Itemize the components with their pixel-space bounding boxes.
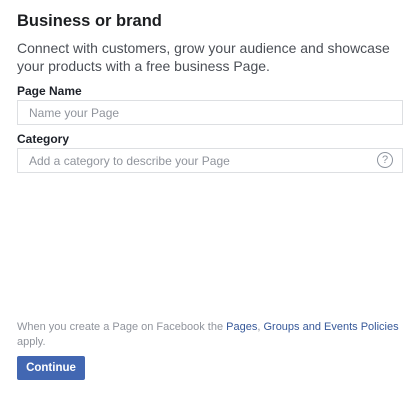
pages-policy-link[interactable]: Pages xyxy=(226,321,257,333)
category-field-box: ? xyxy=(17,148,403,173)
policy-notice: When you create a Page on Facebook the P… xyxy=(17,320,407,349)
continue-button[interactable]: Continue xyxy=(17,356,85,380)
groups-events-policies-link[interactable]: Groups and Events Policies xyxy=(263,321,398,333)
category-input[interactable] xyxy=(18,149,402,172)
policy-prefix: When you create a Page on Facebook the xyxy=(17,321,227,333)
policy-suffix: apply. xyxy=(17,335,46,348)
page-name-input[interactable] xyxy=(18,101,402,124)
category-label: Category xyxy=(17,132,70,146)
page-name-label: Page Name xyxy=(17,84,82,98)
page-description: Connect with customers, grow your audien… xyxy=(17,40,390,74)
question-mark-help-icon[interactable]: ? xyxy=(377,152,393,168)
page-name-field-box xyxy=(17,100,403,125)
page-title: Business or brand xyxy=(17,12,162,30)
